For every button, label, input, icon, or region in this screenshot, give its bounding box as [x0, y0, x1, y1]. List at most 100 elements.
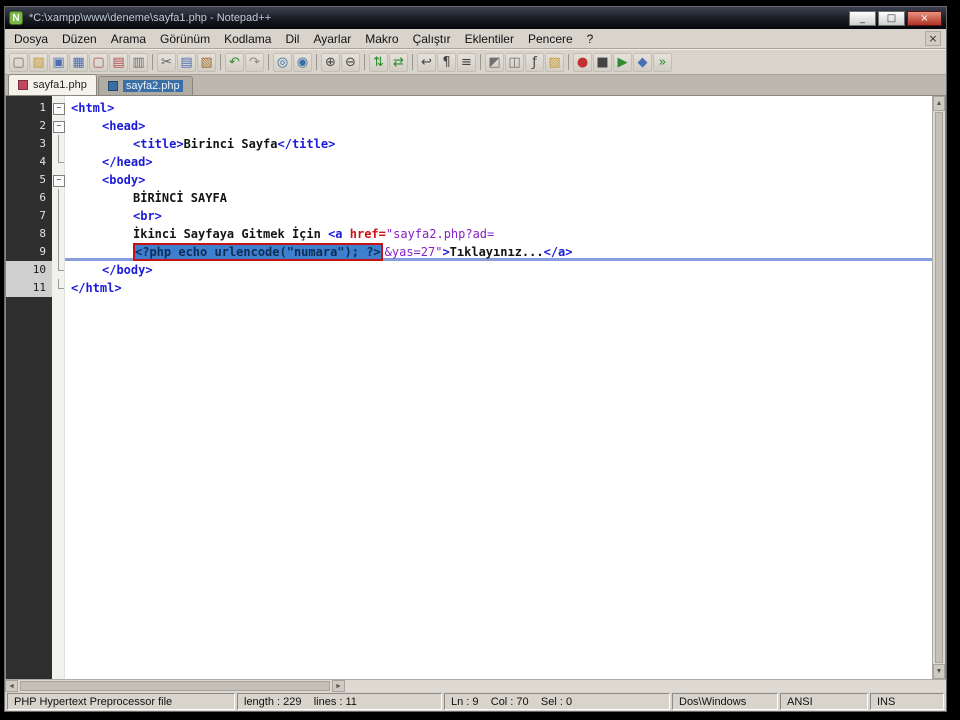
document-map-icon[interactable]: ◫: [505, 52, 524, 72]
code-text: </head>: [65, 153, 932, 171]
vertical-scrollbar[interactable]: ▲ ▼: [932, 96, 945, 679]
play-macro-icon[interactable]: ▶: [613, 52, 632, 72]
menubar-close-icon[interactable]: ×: [925, 31, 941, 46]
file-status-icon: [18, 80, 28, 90]
find-icon[interactable]: ◎: [273, 52, 292, 72]
scroll-right-icon[interactable]: ►: [332, 680, 345, 692]
code-line-11[interactable]: 11 </html>: [6, 279, 932, 297]
line-number[interactable]: 1: [6, 99, 52, 117]
tab-sayfa1-php[interactable]: sayfa1.php: [8, 74, 97, 95]
close-all-icon[interactable]: ▤: [109, 52, 128, 72]
menu-item-eklentiler[interactable]: Eklentiler: [458, 30, 521, 48]
sync-vertical-icon[interactable]: ⇅: [369, 52, 388, 72]
undo-icon[interactable]: ↶: [225, 52, 244, 72]
code-line-6[interactable]: 6 BİRİNCİ SAYFA: [6, 189, 932, 207]
line-number[interactable]: 2: [6, 117, 52, 135]
function-list-icon[interactable]: ƒ: [525, 52, 544, 72]
line-number[interactable]: 5: [6, 171, 52, 189]
tab-sayfa2-php[interactable]: sayfa2.php: [97, 76, 193, 95]
menu-item-gorunum[interactable]: Görünüm: [153, 30, 217, 48]
menu-item-arama[interactable]: Arama: [104, 30, 153, 48]
run-macro-multiple-icon[interactable]: »: [653, 52, 672, 72]
line-number[interactable]: 8: [6, 225, 52, 243]
record-macro-icon[interactable]: ●: [573, 52, 592, 72]
line-number[interactable]: 6: [6, 189, 52, 207]
menu-item-kodlama[interactable]: Kodlama: [217, 30, 278, 48]
code-line-1[interactable]: 1 <html>: [6, 99, 932, 117]
close-button[interactable]: ×: [907, 10, 942, 26]
menu-item-dil[interactable]: Dil: [278, 30, 306, 48]
scroll-left-icon[interactable]: ◄: [5, 680, 18, 692]
fold-toggle-icon[interactable]: [52, 171, 65, 189]
redo-icon[interactable]: ↷: [245, 52, 264, 72]
line-number[interactable]: 11: [6, 279, 52, 297]
fold-guide: [52, 207, 65, 225]
status-encoding[interactable]: ANSI: [780, 693, 868, 710]
stop-macro-icon[interactable]: ■: [593, 52, 612, 72]
zoom-out-icon[interactable]: ⊖: [341, 52, 360, 72]
title-bar[interactable]: N *C:\xampp\www\deneme\sayfa1.php - Note…: [5, 7, 946, 29]
horizontal-scrollbar[interactable]: ◄ ►: [5, 679, 946, 692]
zoom-in-icon[interactable]: ⊕: [321, 52, 340, 72]
code-line-8[interactable]: 8 İkinci Sayfaya Gitmek İçin <a href="say…: [6, 225, 932, 243]
editor-area[interactable]: 1 <html> 2 <head> 3 <title>Birinci Sayfa</tit…: [5, 96, 946, 679]
new-file-icon[interactable]: ▢: [9, 52, 28, 72]
code-line-2[interactable]: 2 <head>: [6, 117, 932, 135]
copy-icon[interactable]: ▤: [177, 52, 196, 72]
show-all-characters-icon[interactable]: ¶: [437, 52, 456, 72]
minimize-button[interactable]: _: [849, 10, 876, 26]
fold-toggle-icon[interactable]: [52, 117, 65, 135]
code-token: Tıklayınız...: [449, 245, 544, 259]
line-number[interactable]: 7: [6, 207, 52, 225]
save-icon[interactable]: ▣: [49, 52, 68, 72]
paste-icon[interactable]: ▧: [197, 52, 216, 72]
line-number[interactable]: 9: [6, 243, 52, 261]
code-line-3[interactable]: 3 <title>Birinci Sayfa</title>: [6, 135, 932, 153]
menu-item-dosya[interactable]: Dosya: [7, 30, 55, 48]
status-eol-format[interactable]: Dos\Windows: [672, 693, 778, 710]
status-insert-mode[interactable]: INS: [870, 693, 944, 710]
save-all-icon[interactable]: ▦: [69, 52, 88, 72]
code-token: İkinci Sayfaya Gitmek İçin: [133, 227, 329, 241]
folder-as-workspace-icon[interactable]: ▨: [545, 52, 564, 72]
maximize-button[interactable]: □: [878, 10, 905, 26]
code-line-7[interactable]: 7 <br>: [6, 207, 932, 225]
toolbar-separator: [152, 54, 153, 70]
close-file-icon[interactable]: ▢: [89, 52, 108, 72]
code-token: href=: [342, 227, 386, 241]
code-content[interactable]: 1 <html> 2 <head> 3 <title>Birinci Sayfa</tit…: [6, 99, 932, 297]
selected-php-code: <?php echo urlencode("numara"); ?>: [135, 245, 381, 259]
print-icon[interactable]: ▥: [129, 52, 148, 72]
vertical-scrollbar-thumb[interactable]: [935, 112, 943, 663]
menu-item-help[interactable]: ?: [580, 30, 601, 48]
save-macro-icon[interactable]: ◆: [633, 52, 652, 72]
word-wrap-icon[interactable]: ↩: [417, 52, 436, 72]
menu-item-makro[interactable]: Makro: [358, 30, 405, 48]
open-file-icon[interactable]: ▨: [29, 52, 48, 72]
code-token: <html>: [71, 101, 115, 115]
scroll-down-icon[interactable]: ▼: [933, 664, 945, 679]
user-defined-language-icon[interactable]: ◩: [485, 52, 504, 72]
scroll-up-icon[interactable]: ▲: [933, 96, 945, 111]
menu-item-duzen[interactable]: Düzen: [55, 30, 104, 48]
fold-toggle-icon[interactable]: [52, 99, 65, 117]
menu-item-calistir[interactable]: Çalıştır: [406, 30, 458, 48]
line-number[interactable]: 4: [6, 153, 52, 171]
code-line-5[interactable]: 5 <body>: [6, 171, 932, 189]
menu-item-ayarlar[interactable]: Ayarlar: [306, 30, 358, 48]
menu-item-pencere[interactable]: Pencere: [521, 30, 580, 48]
code-line-4[interactable]: 4 </head>: [6, 153, 932, 171]
fold-guide: [52, 225, 65, 243]
sync-horizontal-icon[interactable]: ⇄: [389, 52, 408, 72]
code-line-10[interactable]: 10 </body>: [6, 261, 932, 279]
line-number[interactable]: 3: [6, 135, 52, 153]
notepadpp-window: N *C:\xampp\www\deneme\sayfa1.php - Note…: [4, 6, 947, 712]
horizontal-scrollbar-thumb[interactable]: [20, 681, 330, 691]
code-token: Birinci Sayfa: [183, 137, 278, 151]
cut-icon[interactable]: ✂: [157, 52, 176, 72]
line-number[interactable]: 10: [6, 261, 52, 279]
indent-guide-icon[interactable]: ≡: [457, 52, 476, 72]
code-line-9[interactable]: 9 <?php echo urlencode("numara"); ?> &yas=…: [6, 243, 932, 261]
replace-icon[interactable]: ◉: [293, 52, 312, 72]
code-token: &yas=27": [384, 245, 443, 259]
